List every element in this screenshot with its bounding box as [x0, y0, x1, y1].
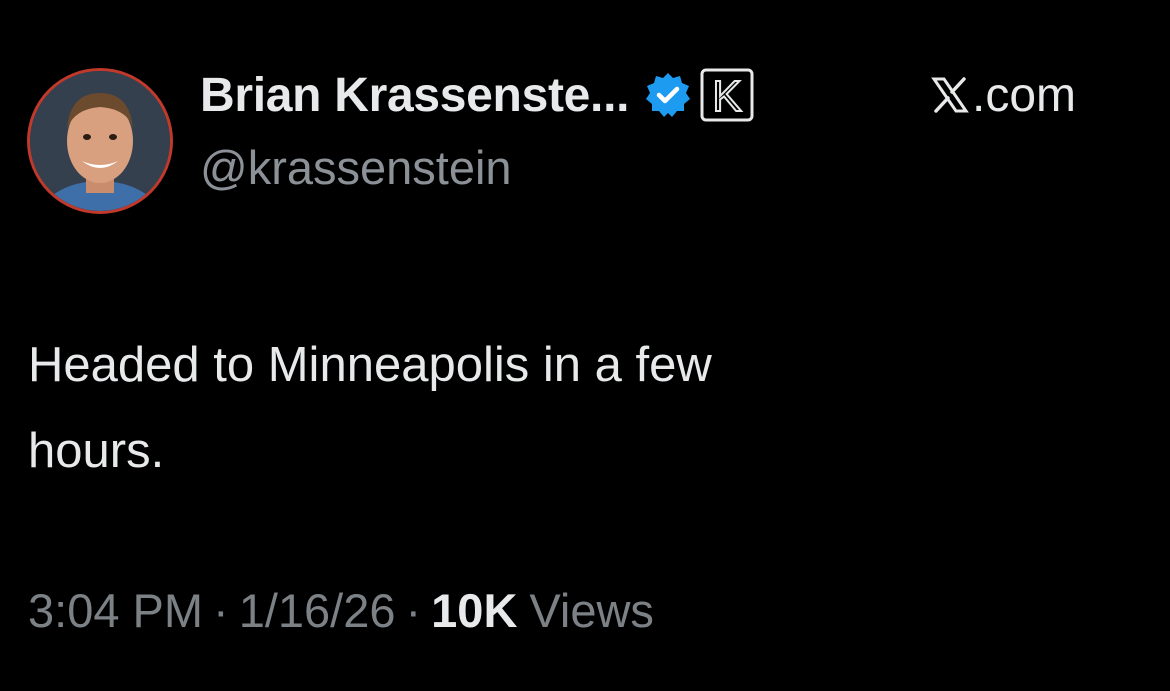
tweet-text: Headed to Minneapolis in a few hours. [28, 338, 712, 478]
x-logo-icon [930, 75, 970, 115]
meta-separator: · [405, 584, 422, 637]
tweet-date[interactable]: 1/16/26 [239, 583, 396, 638]
affiliate-badge-icon[interactable]: K [699, 67, 755, 123]
source-domain: .com [972, 68, 1077, 122]
views-label: Views [529, 584, 654, 637]
tweet-time[interactable]: 3:04 PM [28, 583, 203, 638]
author-avatar[interactable] [27, 68, 173, 214]
author-handle[interactable]: @krassenstein [200, 140, 512, 195]
tweet-card: Brian Krassenste... K .com @krassenstein… [0, 0, 1170, 691]
svg-text:K: K [712, 72, 741, 121]
views-count[interactable]: 10K [431, 583, 517, 638]
avatar-photo [30, 71, 170, 211]
author-display-name[interactable]: Brian Krassenste... [200, 68, 629, 123]
meta-separator: · [213, 584, 229, 637]
verified-badge-icon [643, 70, 693, 120]
author-name-row: Brian Krassenste... K [200, 62, 755, 128]
source-label: .com [930, 62, 1076, 128]
tweet-meta: 3:04 PM · 1/16/26 · 10K Views [28, 583, 654, 638]
